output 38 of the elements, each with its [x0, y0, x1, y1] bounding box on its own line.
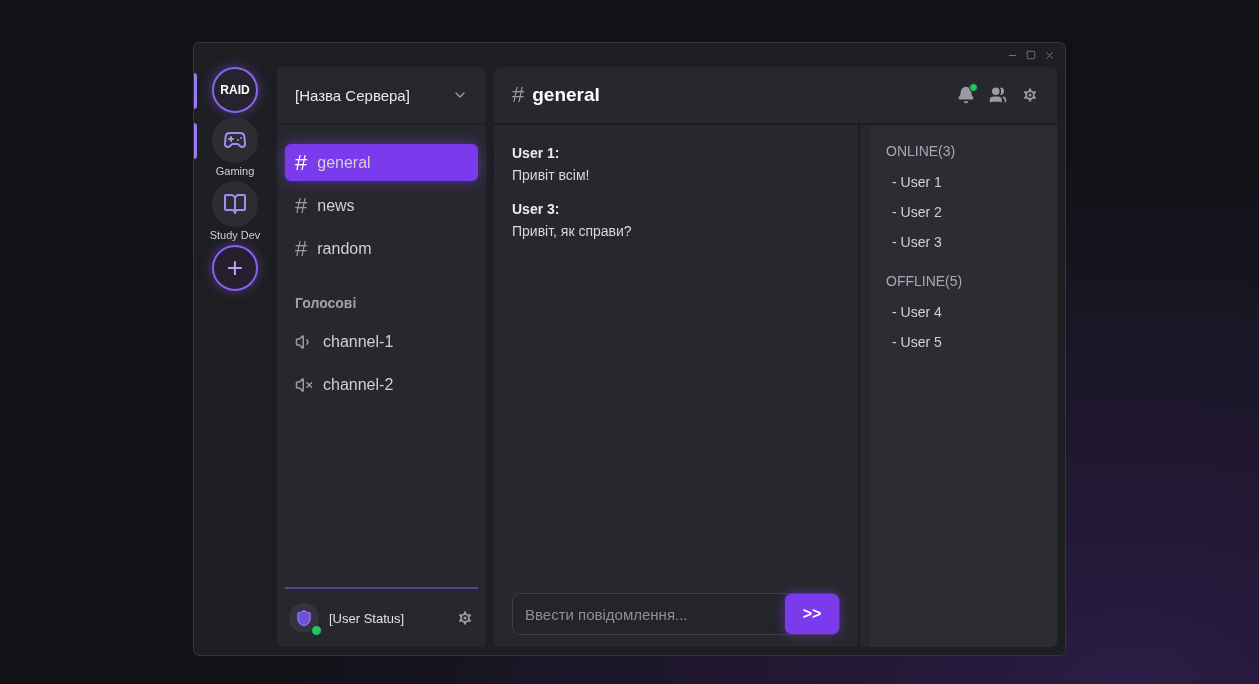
- server-logo[interactable]: RAID: [212, 67, 258, 113]
- user-status: [User Status]: [329, 610, 406, 626]
- member-name: - User 3: [891, 233, 943, 252]
- member-name: - User 4: [891, 303, 943, 322]
- channel-item[interactable]: # general: [285, 144, 478, 181]
- channel-title: general: [532, 84, 601, 106]
- message-text: Привіт, як справи?: [512, 223, 633, 239]
- channel-item[interactable]: # news: [285, 187, 478, 224]
- member-group-heading: ONLINE(3): [886, 143, 957, 159]
- shield-icon: [295, 609, 313, 627]
- message-author: User 3:: [512, 201, 561, 217]
- add-server-button[interactable]: +: [212, 245, 258, 291]
- member-name: - User 2: [891, 203, 943, 222]
- message-author: User 1:: [512, 145, 561, 161]
- voice-channel-item[interactable]: channel-1: [285, 323, 478, 360]
- server-label: Study Dev: [209, 229, 261, 241]
- settings-button[interactable]: [456, 609, 474, 627]
- server-name-dropdown[interactable]: [Назва Сервера]: [277, 67, 486, 124]
- message-text: Привіт всім!: [512, 167, 591, 183]
- member-name: - User 5: [891, 333, 943, 352]
- channel-item[interactable]: # random: [285, 230, 478, 267]
- send-button[interactable]: >>: [785, 594, 839, 634]
- member-name: - User 1: [891, 173, 943, 192]
- members-button[interactable]: [989, 86, 1007, 104]
- maximize-icon[interactable]: [1026, 50, 1036, 60]
- server-button[interactable]: [212, 117, 258, 163]
- server-label: Gaming: [215, 165, 255, 177]
- book-icon: [223, 192, 247, 216]
- close-icon[interactable]: [1044, 49, 1055, 61]
- user-avatar[interactable]: [289, 603, 319, 633]
- section-heading: Голосові: [294, 294, 358, 313]
- settings-button[interactable]: [1021, 86, 1039, 104]
- server-button[interactable]: [212, 181, 258, 227]
- message-field[interactable]: Ввести повідомлення... >>: [512, 593, 840, 635]
- member-group-heading: OFFLINE(5): [886, 273, 964, 289]
- voice-channel-item[interactable]: channel-2: [285, 366, 478, 403]
- notifications-button[interactable]: [957, 86, 975, 104]
- hash-symbol: #: [512, 82, 525, 108]
